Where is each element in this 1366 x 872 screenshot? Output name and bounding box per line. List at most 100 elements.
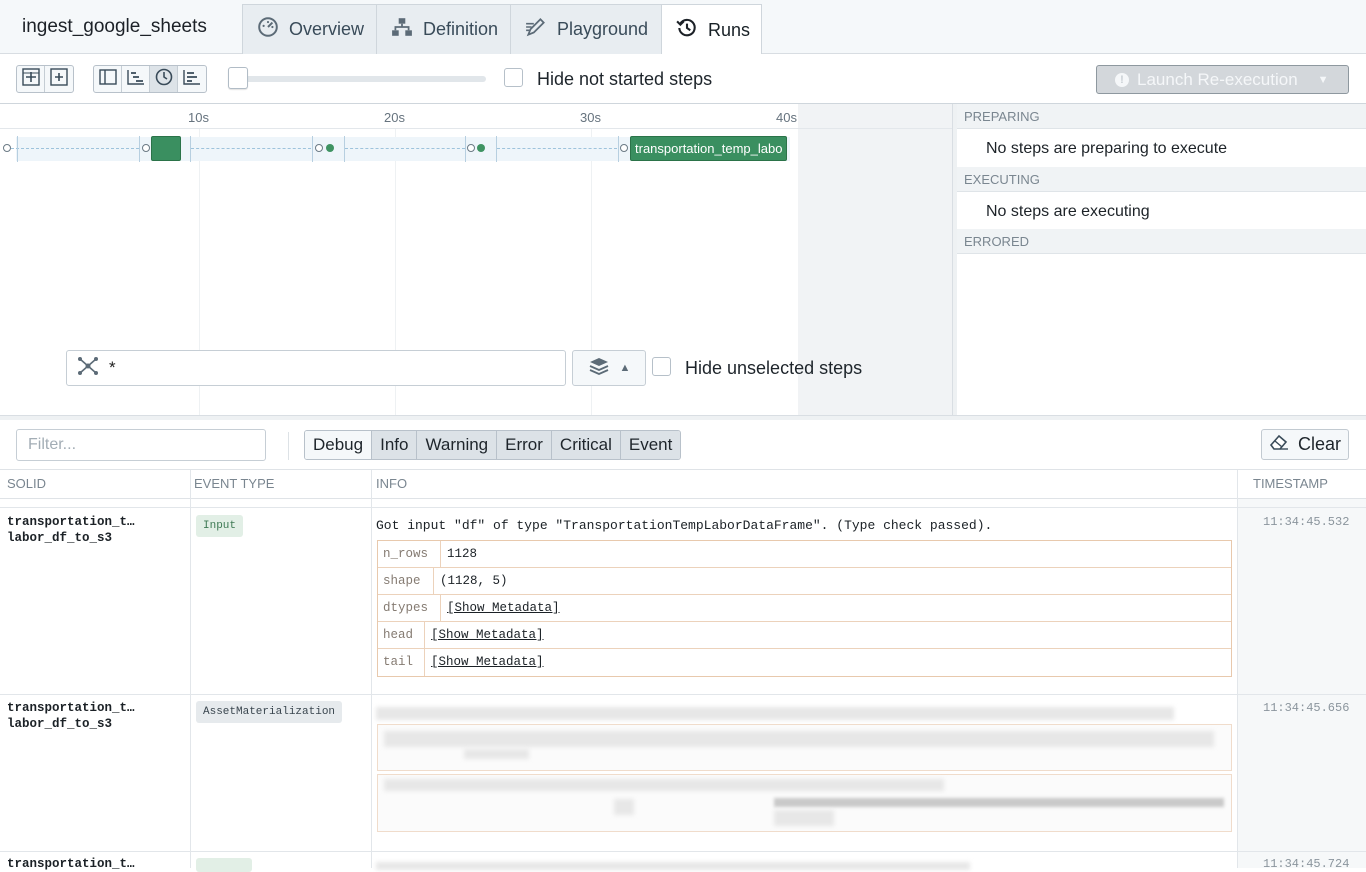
gantt-separator <box>344 136 345 162</box>
tab-overview[interactable]: Overview <box>242 4 377 54</box>
column-divider[interactable] <box>371 470 372 868</box>
step-start-marker[interactable] <box>142 144 150 152</box>
level-info-toggle[interactable]: Info <box>372 431 418 459</box>
metadata-value: (1128, 5) <box>440 574 508 588</box>
row-divider <box>0 507 1366 508</box>
edit-icon <box>525 16 547 43</box>
zoom-slider-track <box>228 76 486 82</box>
metadata-key: shape <box>378 568 434 595</box>
show-metadata-link[interactable]: [Show Metadata] <box>425 622 550 649</box>
step-query-value: * <box>109 358 116 377</box>
metadata-value: 1128 <box>447 547 478 561</box>
tab-playground[interactable]: Playground <box>510 4 662 54</box>
show-metadata-link[interactable]: [Show Metadata] <box>425 649 550 676</box>
expand-all-icon <box>21 67 40 91</box>
show-metadata-link[interactable]: [Show Metadata] <box>441 595 566 622</box>
launch-reexecution-label: Launch Re-execution <box>1137 69 1298 89</box>
log-solid-name[interactable]: transportation_t… labor_df_to_s3 <box>7 700 135 732</box>
level-critical-toggle[interactable]: Critical <box>551 431 621 459</box>
waterfall-chart-icon <box>126 68 145 91</box>
step-start-marker[interactable] <box>3 144 11 152</box>
step-success-marker[interactable] <box>477 144 485 152</box>
split-view-button[interactable] <box>94 66 122 92</box>
event-type-badge: Input <box>196 515 244 537</box>
metadata-row: n_rows 1128 <box>378 541 1231 568</box>
hide-unselected-label: Hide unselected steps <box>685 358 863 378</box>
clear-logs-label: Clear <box>1297 434 1341 454</box>
tab-runs-label: Runs <box>708 19 751 40</box>
gantt-step-bar[interactable] <box>151 136 181 161</box>
gantt-view-button[interactable] <box>178 66 206 92</box>
log-timestamp: 11:34:45.656 <box>1263 701 1350 715</box>
redacted-info-text <box>376 862 970 870</box>
caret-down-icon: ▼ <box>1317 73 1329 86</box>
diagram-tree-icon <box>391 16 413 43</box>
waterfall-view-button[interactable] <box>122 66 150 92</box>
gantt-separator <box>312 136 313 162</box>
log-timestamp: 11:34:45.532 <box>1263 515 1350 529</box>
log-level-toggle-group: Debug Info Warning Error Critical Event <box>304 430 682 460</box>
executing-header: EXECUTING <box>957 167 1366 192</box>
metadata-key: dtypes <box>378 595 441 622</box>
level-event-toggle[interactable]: Event <box>620 431 681 459</box>
gantt-time-axis: 10s 20s 30s 40s <box>0 104 952 129</box>
tab-definition-label: Definition <box>423 19 499 39</box>
tab-definition[interactable]: Definition <box>376 4 511 54</box>
dashboard-icon <box>257 16 279 43</box>
pipeline-name: ingest_google_sheets <box>22 16 207 37</box>
gantt-separator <box>139 136 140 162</box>
asterisk-network-icon <box>77 355 99 382</box>
row-divider <box>0 694 1366 695</box>
metadata-row: dtypes [Show Metadata] <box>378 595 1231 622</box>
level-warning-toggle[interactable]: Warning <box>417 431 498 459</box>
history-icon <box>676 17 698 44</box>
tick-label: 30s <box>580 110 601 125</box>
step-start-marker[interactable] <box>467 144 475 152</box>
top-tab-bar: ingest_google_sheets Overview Definition… <box>0 0 1366 55</box>
metadata-key: n_rows <box>378 541 441 568</box>
gantt-separator <box>618 136 619 162</box>
gantt-chart[interactable]: 10s 20s 30s 40s transportation_temp_labo… <box>0 104 952 415</box>
split-panel-icon <box>98 68 117 91</box>
tab-overview-label: Overview <box>289 19 365 39</box>
zoom-slider[interactable] <box>228 67 486 89</box>
hide-unselected-checkbox[interactable] <box>652 357 671 376</box>
clear-logs-button[interactable]: Clear <box>1261 429 1349 460</box>
expand-all-button[interactable] <box>17 66 45 92</box>
preparing-message: No steps are preparing to execute <box>986 140 1228 157</box>
gantt-separator <box>17 136 18 162</box>
gantt-step-bar-labeled[interactable]: transportation_temp_labo <box>630 136 787 161</box>
column-divider[interactable] <box>190 470 191 868</box>
redacted-metadata-row <box>384 779 944 791</box>
metadata-table: n_rows 1128 shape (1128, 5) dtypes [Show… <box>377 540 1232 677</box>
log-solid-name[interactable]: transportation_t… <box>7 856 135 872</box>
hide-not-started-label: Hide not started steps <box>537 69 713 89</box>
time-view-button[interactable] <box>150 66 178 92</box>
step-query-input[interactable]: * <box>66 350 566 386</box>
level-debug-toggle[interactable]: Debug <box>305 431 373 459</box>
level-error-toggle[interactable]: Error <box>497 431 552 459</box>
tick-label: 20s <box>384 110 405 125</box>
column-divider[interactable] <box>1237 470 1238 868</box>
launch-reexecution-button[interactable]: ! Launch Re-execution ▼ <box>1096 65 1349 94</box>
eraser-icon <box>1269 433 1289 456</box>
hide-not-started-checkbox[interactable] <box>504 68 523 87</box>
step-start-marker[interactable] <box>315 144 323 152</box>
divider <box>288 432 289 460</box>
log-filter-input[interactable] <box>16 429 266 461</box>
log-solid-name[interactable]: transportation_t… labor_df_to_s3 <box>7 514 135 546</box>
timestamp-column-bg <box>1237 470 1366 868</box>
expand-collapse-group <box>16 65 74 93</box>
zoom-slider-handle[interactable] <box>228 67 248 89</box>
redacted-metadata-row <box>774 798 1224 807</box>
gantt-wait-line <box>497 148 617 149</box>
gantt-separator <box>190 136 191 162</box>
collapse-all-button[interactable] <box>45 66 73 92</box>
row-divider <box>0 851 1366 852</box>
layer-select-button[interactable]: ▲ <box>572 350 646 386</box>
step-start-marker[interactable] <box>620 144 628 152</box>
gantt-separator <box>496 136 497 162</box>
step-success-marker[interactable] <box>326 144 334 152</box>
tab-runs[interactable]: Runs <box>661 4 762 55</box>
event-type-badge <box>196 858 252 872</box>
